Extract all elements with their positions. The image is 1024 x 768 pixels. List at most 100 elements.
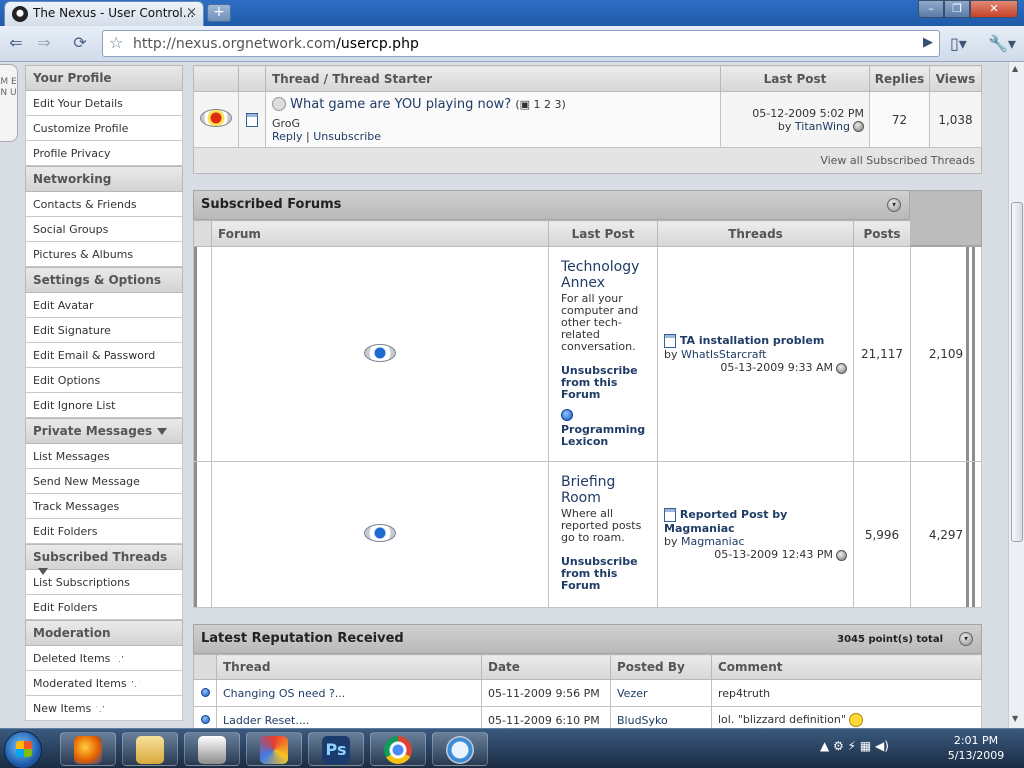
dropdown-arrow-icon[interactable] xyxy=(38,568,48,575)
subforum-link[interactable]: Programming Lexicon xyxy=(561,424,647,448)
col-rep-posted-by[interactable]: Posted By xyxy=(610,654,712,680)
chrome-icon[interactable] xyxy=(370,732,426,766)
back-icon[interactable]: ⇐ xyxy=(4,32,28,56)
sidebar-item[interactable]: Social Groups xyxy=(25,217,183,242)
scroll-up-icon[interactable]: ▲ xyxy=(1012,64,1018,73)
forum-unsubscribe-link[interactable]: Unsubscribe from this Forum xyxy=(561,365,647,401)
wrench-icon[interactable]: 🔧▾ xyxy=(988,34,1016,53)
sidebar-item[interactable]: Edit Folders xyxy=(25,519,183,544)
rep-thread-link[interactable]: Ladder Reset.... xyxy=(223,714,309,727)
forward-icon[interactable]: ⇒ xyxy=(32,32,56,56)
goto-last-post-icon[interactable] xyxy=(836,362,847,374)
forum-last-post-user[interactable]: Magmaniac xyxy=(681,535,745,548)
goto-last-post-icon[interactable] xyxy=(853,121,864,132)
sidebar-item[interactable]: List Subscriptions xyxy=(25,570,183,595)
reload-icon[interactable]: ⟳ xyxy=(68,32,92,56)
sidebar-item[interactable]: Moderated Items xyxy=(25,671,183,696)
maximize-button[interactable]: ❐ xyxy=(944,0,970,18)
sidebar-section-header[interactable]: Private Messages xyxy=(25,418,183,444)
page-menu-icon[interactable]: ▯▾ xyxy=(950,34,967,53)
col-rep-thread[interactable]: Thread xyxy=(216,654,482,680)
address-bar[interactable]: ☆ http://nexus.orgnetwork.com/usercp.php… xyxy=(102,30,940,57)
forum-last-post-title[interactable]: TA installation problem xyxy=(680,334,824,347)
sidebar-item[interactable]: Customize Profile xyxy=(25,116,183,141)
thread-reply-link[interactable]: Reply xyxy=(272,130,302,143)
sidebar-item[interactable]: Edit Avatar xyxy=(25,293,183,318)
sidebar-item[interactable]: Deleted Items xyxy=(25,646,183,671)
close-window-button[interactable]: ✕ xyxy=(970,0,1018,18)
scroll-down-icon[interactable]: ▼ xyxy=(1012,714,1018,723)
sidebar-item-label: Social Groups xyxy=(33,223,109,236)
forum-unsubscribe-link[interactable]: Unsubscribe from this Forum xyxy=(561,556,647,592)
sidebar-item[interactable]: New Items xyxy=(25,696,183,721)
safari-icon[interactable] xyxy=(432,732,488,766)
forum-name[interactable]: Briefing Room xyxy=(561,474,647,506)
taskbar-clock[interactable]: 2:01 PM 5/13/2009 xyxy=(936,733,1016,763)
collapse-icon[interactable]: ▾ xyxy=(887,198,901,212)
sidebar-section-header[interactable]: Your Profile xyxy=(25,65,183,91)
sidebar-item[interactable]: Profile Privacy xyxy=(25,141,183,166)
col-thread[interactable]: Thread / Thread Starter xyxy=(265,65,721,92)
url-text[interactable]: http://nexus.orgnetwork.com/usercp.php xyxy=(133,36,419,52)
sidebar-item[interactable]: Edit Your Details xyxy=(25,91,183,116)
rep-comment: rep4truth xyxy=(711,679,982,707)
thread-title[interactable]: What game are YOU playing now? xyxy=(290,97,511,112)
sidebar-item[interactable]: Contacts & Friends xyxy=(25,192,183,217)
system-tray[interactable]: ▲ ⚙ ⚡ ▦ ◀) xyxy=(820,739,889,753)
browser-tab[interactable]: The Nexus - User Control... × xyxy=(4,1,204,26)
forum-last-post-user[interactable]: WhatIsStarcraft xyxy=(681,348,767,361)
col-rep-comment[interactable]: Comment xyxy=(711,654,982,680)
minimize-button[interactable]: – xyxy=(918,0,944,18)
thread-starter[interactable]: GroG xyxy=(272,117,714,130)
sidebar-item[interactable]: Send New Message xyxy=(25,469,183,494)
last-post-user[interactable]: TitanWing xyxy=(795,120,850,133)
star-icon[interactable]: ☆ xyxy=(109,33,123,52)
col-forum[interactable]: Forum xyxy=(211,220,549,247)
thread-unsubscribe-link[interactable]: Unsubscribe xyxy=(313,130,381,143)
rep-thread-link[interactable]: Changing OS need ?... xyxy=(223,687,345,700)
col-rep-date[interactable]: Date xyxy=(481,654,611,680)
thread-pages[interactable]: 1 2 3 xyxy=(534,98,562,111)
go-icon[interactable]: ▶ xyxy=(923,35,933,50)
sidebar-item[interactable]: Edit Options xyxy=(25,368,183,393)
col-forum-last-post[interactable]: Last Post xyxy=(548,220,658,247)
firefox-icon[interactable] xyxy=(60,732,116,766)
forum-last-post-title[interactable]: Reported Post by Magmaniac xyxy=(664,508,787,535)
col-replies[interactable]: Replies xyxy=(869,65,930,92)
start-button[interactable] xyxy=(4,731,42,768)
col-last-post[interactable]: Last Post xyxy=(720,65,870,92)
sidebar-section-header[interactable]: Subscribed Threads xyxy=(25,544,183,575)
new-tab-button[interactable]: + xyxy=(207,4,231,22)
sidebar-item[interactable]: Edit Email & Password xyxy=(25,343,183,368)
dropdown-arrow-icon[interactable] xyxy=(157,428,168,435)
col-views[interactable]: Views xyxy=(929,65,982,92)
sidebar-section-header[interactable]: Networking xyxy=(25,166,183,192)
scroll-thumb[interactable] xyxy=(1011,202,1023,542)
sidebar-item[interactable]: Pictures & Albums xyxy=(25,242,183,267)
sidebar-item[interactable]: Edit Signature xyxy=(25,318,183,343)
page-scrollbar[interactable]: ▲ ▼ xyxy=(1008,62,1024,728)
photoshop-icon[interactable]: Ps xyxy=(308,732,364,766)
paint-icon[interactable] xyxy=(246,732,302,766)
rep-user-link[interactable]: Vezer xyxy=(617,687,648,700)
goto-last-post-icon[interactable] xyxy=(836,549,847,561)
sidebar-item[interactable]: Edit Ignore List xyxy=(25,393,183,418)
sidebar-item[interactable]: Track Messages xyxy=(25,494,183,519)
dropdown-arrow-icon[interactable] xyxy=(96,706,105,712)
sidebar-item[interactable]: Edit Folders xyxy=(25,595,183,620)
collapse-icon[interactable]: ▾ xyxy=(959,632,973,646)
menu-tab[interactable]: M E N U xyxy=(0,64,18,142)
media-player-icon[interactable] xyxy=(184,732,240,766)
rep-user-link[interactable]: BludSyko xyxy=(617,714,668,727)
sidebar-section-header[interactable]: Settings & Options xyxy=(25,267,183,293)
col-posts[interactable]: Posts xyxy=(853,220,911,247)
view-all-subscribed-link[interactable]: View all Subscribed Threads xyxy=(820,154,975,167)
sidebar-section-header[interactable]: Moderation xyxy=(25,620,183,646)
dropdown-arrow-icon[interactable] xyxy=(115,656,124,662)
dropdown-arrow-icon[interactable] xyxy=(131,681,140,687)
forum-name[interactable]: Technology Annex xyxy=(561,259,647,291)
sidebar-item[interactable]: List Messages xyxy=(25,444,183,469)
tab-close-icon[interactable]: × xyxy=(186,5,197,20)
explorer-icon[interactable] xyxy=(122,732,178,766)
col-threads[interactable]: Threads xyxy=(657,220,854,247)
